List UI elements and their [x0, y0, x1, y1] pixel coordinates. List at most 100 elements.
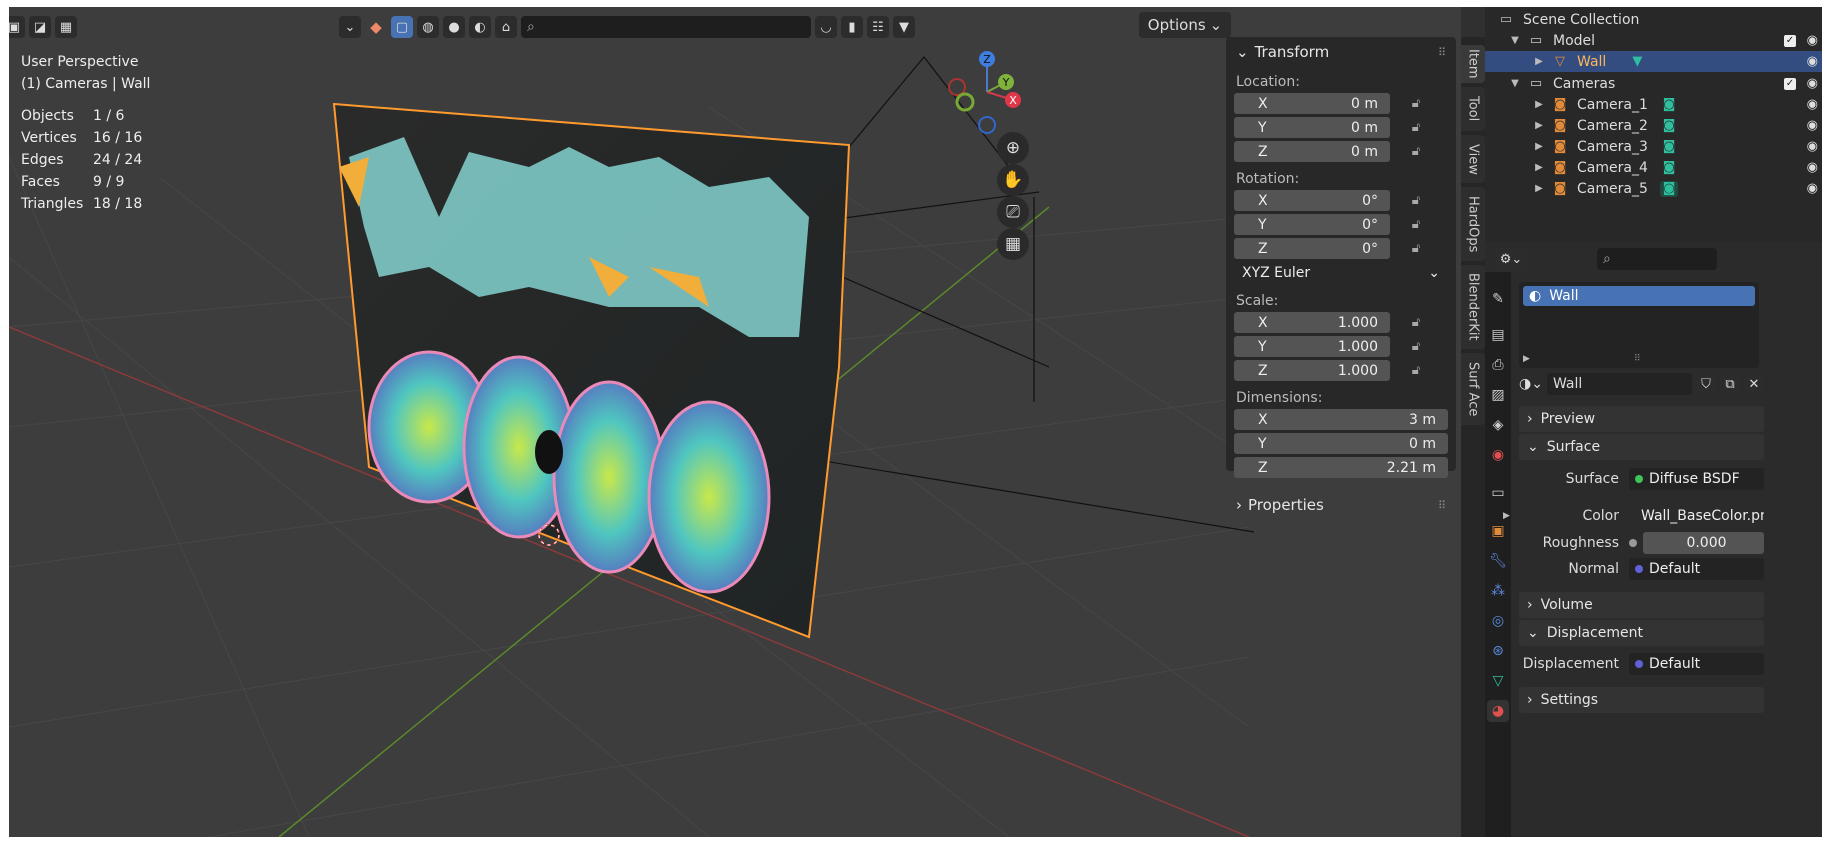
expand-triangle-icon[interactable]: ▶ [1533, 141, 1545, 152]
settings-panel-header[interactable]: › Settings [1519, 687, 1764, 713]
data-tab-icon[interactable]: ▽ [1487, 670, 1509, 692]
eye-icon[interactable]: ◉ [1807, 54, 1818, 69]
expand-triangle-icon[interactable]: ▶ [1503, 511, 1510, 521]
scale-y-field[interactable]: Y 1.000 🔓︎ [1234, 336, 1448, 357]
outliner-camera-row[interactable]: ▶ ◙ Camera_4 ◙ ◉ [1485, 157, 1822, 178]
world-tab-icon[interactable]: ◉ [1487, 444, 1509, 466]
material-slot-item[interactable]: ◐ Wall [1523, 286, 1755, 306]
transform-header[interactable]: ⌄ Transform ⠿ [1226, 39, 1456, 65]
3d-viewport[interactable]: ▣ ◪ ▦ ⌄ ◆ ▢ ◍ ● ◐ ⌂ ⌕ ◡ ▮ ☷ ▼ Options ⌄ U… [9, 7, 1461, 837]
rotation-x-field[interactable]: X 0° 🔓︎ [1234, 190, 1448, 211]
duplicate-icon[interactable]: ⧉ [1720, 374, 1740, 394]
surface-panel-header[interactable]: ⌄ Surface [1519, 434, 1764, 460]
lock-icon[interactable]: 🔓︎ [1404, 315, 1428, 330]
eye-icon[interactable]: ◉ [1807, 160, 1818, 175]
expand-triangle-icon[interactable]: ▶ [1533, 162, 1545, 173]
lock-icon[interactable]: 🔓︎ [1404, 363, 1428, 378]
preview-panel-header[interactable]: › Preview [1519, 406, 1764, 432]
filter-icon[interactable]: ▼ [893, 16, 915, 38]
hierarchy-icon[interactable]: ☷ [867, 16, 889, 38]
outliner-camera-row[interactable]: ▶ ◙ Camera_3 ◙ ◉ [1485, 136, 1822, 157]
collection-tab-icon[interactable]: ▭ [1487, 482, 1509, 504]
overlay-icon[interactable]: ⌂ [495, 16, 517, 38]
outliner-camera-row[interactable]: ▶ ◙ Camera_2 ◙ ◉ [1485, 115, 1822, 136]
outliner-collection-model[interactable]: ▼ ▭ Model ✓ ◉ [1485, 30, 1822, 51]
scale-x-field[interactable]: X 1.000 🔓︎ [1234, 312, 1448, 333]
resize-handle-icon[interactable]: ⠿ [1634, 354, 1641, 364]
dimensions-y-field[interactable]: Y 0 m [1234, 433, 1448, 454]
outliner-camera-row[interactable]: ▶ ◙ Camera_1 ◙ ◉ [1485, 94, 1822, 115]
lock-icon[interactable]: 🔓︎ [1404, 217, 1428, 232]
lock-icon[interactable]: 🔓︎ [1404, 241, 1428, 256]
color-texture-field[interactable]: Wall_BaseColor.png [1629, 505, 1764, 527]
lock-icon[interactable]: 🔓︎ [1404, 144, 1428, 159]
editor-type-button[interactable]: ▣ [9, 16, 25, 38]
scale-z-field[interactable]: Z 1.000 🔓︎ [1234, 360, 1448, 381]
material-name-field[interactable]: Wall [1546, 373, 1692, 395]
rotation-y-field[interactable]: Y 0° 🔓︎ [1234, 214, 1448, 235]
rotation-mode-dropdown[interactable]: XYZ Euler ⌄ [1234, 262, 1448, 284]
shading-solid-icon[interactable]: ● [443, 16, 465, 38]
drag-handle-icon[interactable]: ⠿ [1438, 499, 1446, 512]
ortho-grid-icon[interactable]: ▦ [997, 228, 1029, 260]
material-slot-list[interactable]: ◐ Wall ▶ ⠿ [1519, 282, 1759, 368]
normal-field[interactable]: Default [1629, 558, 1764, 580]
object-mode-button[interactable]: ◪ [29, 16, 51, 38]
material-browse-icon[interactable]: ◑⌄ [1519, 376, 1543, 392]
modifier-tab-icon[interactable]: 🔧︎ [1487, 550, 1509, 572]
expand-triangle-icon[interactable]: ▶ [1533, 183, 1545, 194]
lock-icon[interactable]: 🔓︎ [1404, 120, 1428, 135]
arc-icon[interactable]: ◡ [815, 16, 837, 38]
lock-icon[interactable]: 🔓︎ [1404, 339, 1428, 354]
volume-panel-header[interactable]: › Volume [1519, 592, 1764, 618]
tab-tool[interactable]: Tool [1461, 87, 1485, 131]
expand-triangle-icon[interactable]: ▼ [1509, 78, 1521, 89]
constraints-tab-icon[interactable]: ⊛ [1487, 640, 1509, 662]
tab-surf-ace[interactable]: Surf Ace [1461, 353, 1485, 425]
location-x-field[interactable]: X 0 m 🔓︎ [1234, 93, 1448, 114]
exclude-checkbox[interactable]: ✓ [1784, 34, 1796, 47]
eye-icon[interactable]: ◉ [1807, 181, 1818, 196]
dimensions-z-field[interactable]: Z 2.21 m [1234, 457, 1448, 478]
drag-handle-icon[interactable]: ⠿ [1438, 46, 1446, 59]
outliner-collection-cameras[interactable]: ▼ ▭ Cameras ✓ ◉ [1485, 73, 1822, 94]
shading-material-icon[interactable]: ◐ [469, 16, 491, 38]
scene-tab-icon[interactable]: ◈ [1487, 414, 1509, 436]
dimensions-x-field[interactable]: X 3 m [1234, 409, 1448, 430]
exclude-checkbox[interactable]: ✓ [1784, 77, 1796, 90]
object-tab-icon[interactable]: ▣ [1487, 520, 1509, 542]
surface-shader-field[interactable]: Diffuse BSDF [1629, 468, 1764, 490]
tab-item[interactable]: Item [1461, 45, 1485, 83]
tool-tab-icon[interactable]: ✎ [1487, 288, 1509, 310]
outliner-object-wall[interactable]: ▶ ▽ Wall ▼ ◉ [1485, 51, 1822, 72]
editor-type-icon[interactable]: ⚙⌄ [1495, 248, 1527, 270]
zoom-icon[interactable]: ⊕ [997, 132, 1029, 164]
camera-view-icon[interactable]: ⎚ [997, 196, 1029, 228]
expand-triangle-icon[interactable]: ▶ [1523, 354, 1530, 364]
material-tab-icon[interactable]: ◕ [1487, 700, 1509, 722]
outliner-scene-collection[interactable]: ▭ Scene Collection [1485, 9, 1822, 30]
eye-icon[interactable]: ◉ [1807, 33, 1818, 48]
output-tab-icon[interactable]: ⎙ [1487, 354, 1509, 376]
eye-icon[interactable]: ◉ [1807, 118, 1818, 133]
view-layer-tab-icon[interactable]: ▨ [1487, 384, 1509, 406]
tab-hardops[interactable]: HardOps [1461, 187, 1485, 261]
expand-triangle-icon[interactable]: ▶ [1533, 99, 1545, 110]
eye-icon[interactable]: ◉ [1807, 97, 1818, 112]
axis-navigation-gizmo[interactable]: Z Y X [939, 47, 1029, 142]
expand-triangle-icon[interactable]: ▶ [1533, 56, 1545, 67]
outliner-camera-row[interactable]: ▶ ◙ Camera_5 ◙ ◉ [1485, 178, 1822, 199]
eye-icon[interactable]: ◉ [1807, 139, 1818, 154]
shading-wireframe-icon[interactable]: ◍ [417, 16, 439, 38]
fake-user-shield-icon[interactable]: ⛉ [1696, 374, 1716, 394]
location-y-field[interactable]: Y 0 m 🔓︎ [1234, 117, 1448, 138]
tab-blenderkit[interactable]: BlenderKit [1461, 265, 1485, 349]
roughness-slider[interactable]: 0.000 [1643, 532, 1764, 554]
pan-hand-icon[interactable]: ✋ [997, 164, 1029, 196]
options-button[interactable]: Options ⌄ [1139, 12, 1231, 38]
expand-triangle-icon[interactable]: ▼ [1509, 35, 1521, 46]
physics-tab-icon[interactable]: ◎ [1487, 610, 1509, 632]
particles-tab-icon[interactable]: ⁂ [1487, 580, 1509, 602]
properties-subpanel-header[interactable]: › Properties ⠿ [1226, 492, 1456, 518]
rotation-z-field[interactable]: Z 0° 🔓︎ [1234, 238, 1448, 259]
